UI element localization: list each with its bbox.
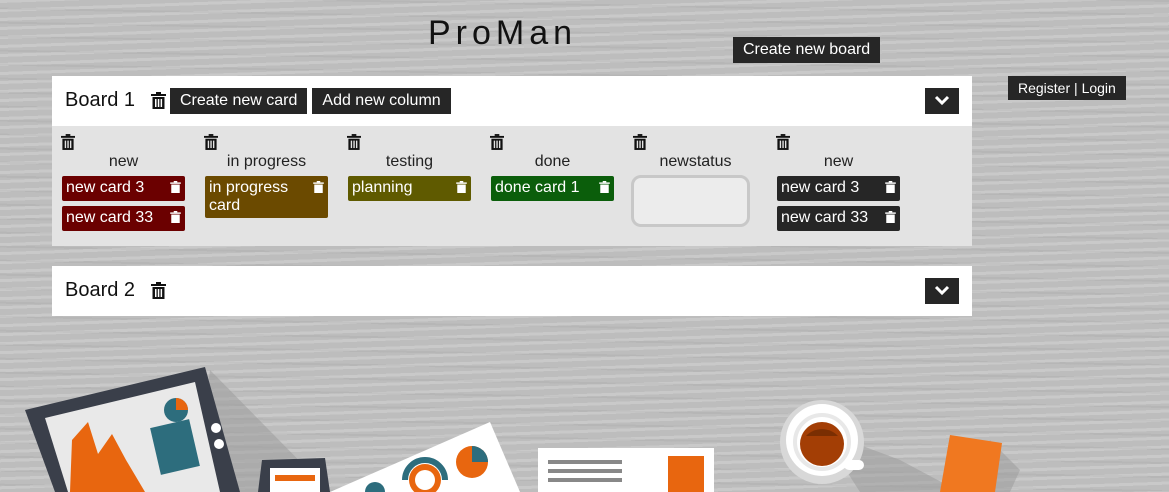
- card-text[interactable]: done card 1: [495, 179, 580, 196]
- trash-icon[interactable]: [170, 210, 181, 228]
- trash-icon[interactable]: [776, 134, 790, 155]
- column-title[interactable]: newstatus: [624, 153, 767, 171]
- board-2: Board 2: [52, 266, 972, 316]
- card-text[interactable]: planning: [352, 179, 413, 196]
- column-title[interactable]: testing: [338, 153, 481, 171]
- column-title[interactable]: new: [52, 153, 195, 171]
- coffee-cup-image: [780, 400, 960, 492]
- trash-icon[interactable]: [347, 134, 361, 155]
- board-1: Board 1 Create new card Add new column n…: [52, 76, 972, 246]
- register-link[interactable]: Register: [1018, 80, 1070, 96]
- document-image: [538, 448, 714, 492]
- card[interactable]: new card 3: [62, 176, 185, 201]
- card[interactable]: planning: [348, 176, 471, 201]
- create-new-board-button[interactable]: Create new board: [733, 37, 881, 63]
- card-text[interactable]: new card 3: [66, 179, 144, 196]
- create-new-card-button[interactable]: Create new card: [170, 88, 308, 114]
- login-link[interactable]: Login: [1082, 80, 1116, 96]
- trash-icon[interactable]: [885, 180, 896, 198]
- trash-icon[interactable]: [151, 282, 167, 300]
- card[interactable]: new card 3: [777, 176, 900, 201]
- tablet-image: [25, 367, 240, 492]
- card[interactable]: new card 33: [777, 206, 900, 231]
- card-text[interactable]: new card 33: [66, 209, 153, 226]
- board-toggle-button[interactable]: [925, 278, 959, 304]
- card[interactable]: done card 1: [491, 176, 614, 201]
- trash-icon[interactable]: [633, 134, 647, 155]
- trash-icon[interactable]: [61, 134, 75, 155]
- empty-card-dropzone[interactable]: [631, 175, 750, 227]
- trash-icon[interactable]: [313, 180, 324, 198]
- add-new-column-button[interactable]: Add new column: [312, 88, 451, 114]
- paper-charts-image: [330, 422, 520, 492]
- chevron-down-icon: [934, 95, 950, 106]
- trash-icon[interactable]: [490, 134, 504, 155]
- card-text[interactable]: in progress card: [209, 179, 288, 214]
- phone-image: [258, 458, 330, 492]
- column-title[interactable]: new: [767, 153, 910, 171]
- board-header: Board 1 Create new card Add new column: [52, 76, 972, 126]
- auth-links: Register | Login: [1008, 76, 1126, 100]
- trash-icon[interactable]: [599, 180, 610, 198]
- auth-separator: |: [1070, 80, 1082, 96]
- chevron-down-icon: [934, 285, 950, 296]
- trash-icon[interactable]: [885, 210, 896, 228]
- card[interactable]: new card 33: [62, 206, 185, 231]
- desk-illustration: [25, 367, 1020, 492]
- app-title: ProMan: [428, 14, 578, 52]
- card-text[interactable]: new card 33: [781, 209, 868, 226]
- trash-icon[interactable]: [456, 180, 467, 198]
- board-title[interactable]: Board 2: [65, 279, 135, 302]
- column-title[interactable]: done: [481, 153, 624, 171]
- trash-icon[interactable]: [204, 134, 218, 155]
- trash-icon[interactable]: [151, 92, 167, 110]
- board-header: Board 2: [52, 266, 972, 316]
- board-columns: new new card 3 new card 33 in progress i…: [52, 126, 972, 246]
- board-title[interactable]: Board 1: [65, 89, 135, 112]
- board-toggle-button[interactable]: [925, 88, 959, 114]
- card-text[interactable]: new card 3: [781, 179, 859, 196]
- sticky-note-image: [940, 435, 1020, 492]
- column-title[interactable]: in progress: [195, 153, 338, 171]
- card[interactable]: in progress card: [205, 176, 328, 218]
- trash-icon[interactable]: [170, 180, 181, 198]
